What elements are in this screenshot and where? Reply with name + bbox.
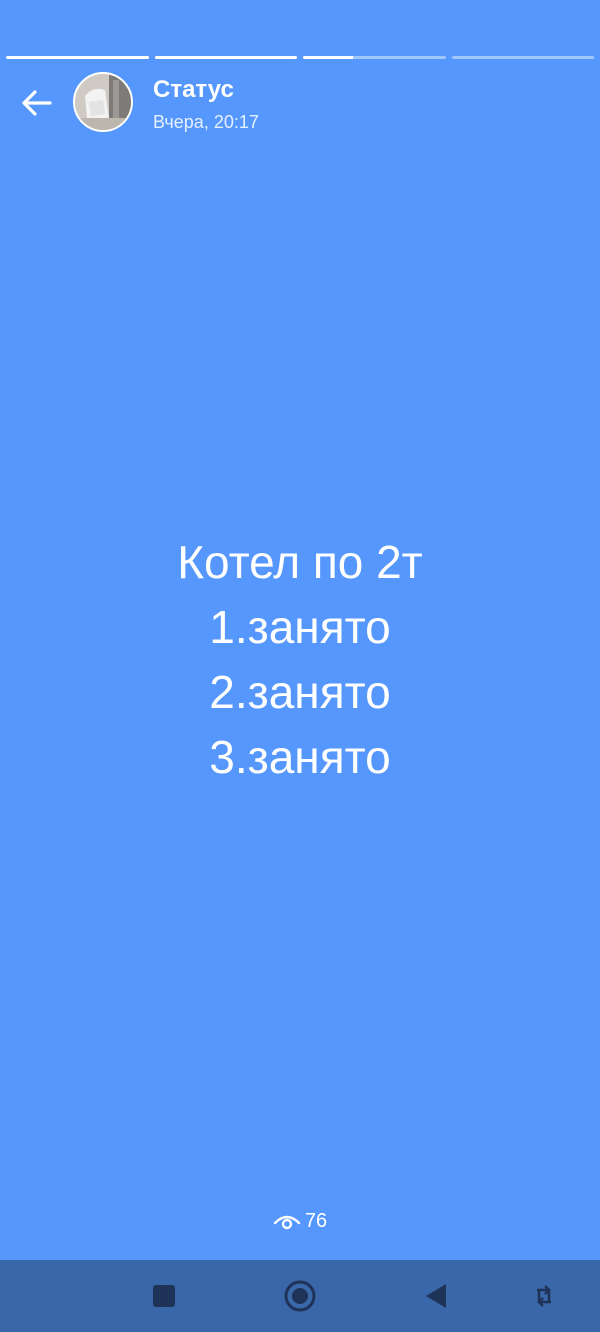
square-icon <box>153 1285 175 1307</box>
circle-home-icon <box>284 1280 316 1312</box>
progress-segment-3 <box>303 56 446 59</box>
progress-fill-1 <box>6 56 149 59</box>
home-button[interactable] <box>282 1278 318 1314</box>
status-line-4: 3.занято <box>209 731 391 783</box>
rotate-icon <box>537 1285 551 1307</box>
eye-icon <box>273 1215 301 1229</box>
progress-fill-2 <box>154 56 297 59</box>
progress-segment-2 <box>154 56 297 59</box>
status-time: Вчера, 20:17 <box>153 112 259 132</box>
status-line-2: 1.занято <box>209 601 391 653</box>
triangle-back-icon <box>426 1284 446 1308</box>
recent-apps-button[interactable] <box>146 1278 182 1314</box>
system-navigation-bar <box>0 1260 600 1332</box>
views-count: 76 <box>304 1210 328 1232</box>
status-title: Статус <box>153 76 234 103</box>
progress-segment-1 <box>6 56 149 59</box>
status-header: Статус Вчера, 20:17 <box>0 72 600 134</box>
status-line-1: Котел по 2т <box>177 536 423 588</box>
story-progress-bar <box>6 56 594 60</box>
back-button[interactable] <box>14 84 58 122</box>
avatar[interactable] <box>73 72 133 132</box>
avatar-image <box>75 74 131 130</box>
arrow-left-icon <box>22 90 52 116</box>
status-content: Котел по 2т 1.занято 2.занято 3.занято <box>0 530 600 790</box>
progress-fill-3 <box>303 56 353 59</box>
progress-segment-4 <box>451 56 594 59</box>
rotate-button[interactable] <box>526 1278 562 1314</box>
back-nav-button[interactable] <box>418 1278 454 1314</box>
views-counter[interactable]: 76 <box>0 1210 600 1233</box>
status-line-3: 2.занято <box>209 666 391 718</box>
